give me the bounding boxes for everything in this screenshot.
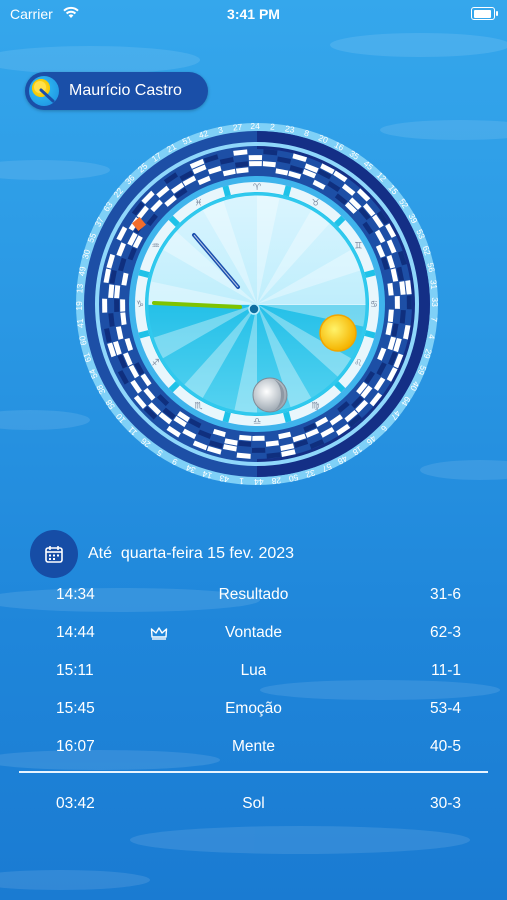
- gate-number: 19: [74, 301, 84, 311]
- gate-block: [248, 155, 263, 161]
- zodiac-glyph: ♋: [370, 300, 378, 310]
- battery-icon: [471, 7, 498, 20]
- user-profile-button[interactable]: Maurício Castro: [25, 72, 208, 110]
- status-time: 3:41 PM: [227, 6, 280, 22]
- transit-row[interactable]: 14:34 Resultado 31-6: [0, 580, 507, 610]
- sun-icon: [319, 314, 357, 352]
- gate-block: [114, 299, 120, 313]
- calendar-icon: [45, 546, 63, 563]
- calendar-button[interactable]: [30, 530, 78, 578]
- zodiac-glyph: ♑: [136, 300, 144, 310]
- avatar-icon: [29, 76, 59, 106]
- transit-row[interactable]: 16:07 Mente 40-5: [0, 732, 507, 762]
- divider: [19, 771, 488, 773]
- sun-row[interactable]: 03:42 Sol 30-3: [0, 789, 507, 819]
- gate-number: 27: [232, 122, 243, 133]
- transit-row[interactable]: 14:44 Vontade 62-3: [0, 618, 507, 648]
- zodiac-glyph: ♐: [152, 359, 160, 369]
- gate-number: 56: [425, 262, 437, 274]
- gate-number: 50: [288, 472, 300, 484]
- gate-block: [102, 298, 108, 313]
- wheel-center: [248, 303, 260, 315]
- gate-block: [252, 435, 265, 441]
- gate-block: [394, 295, 400, 309]
- gate-number: 60: [77, 335, 89, 347]
- zodiac-glyph: ♏: [194, 401, 202, 411]
- gate-block: [406, 295, 412, 310]
- date-selector[interactable]: Até quarta-feira 15 fev. 2023: [30, 530, 500, 578]
- gate-number: 44: [254, 477, 264, 487]
- status-bar: Carrier 3:41 PM: [0, 0, 507, 30]
- zodiac-glyph: ♒: [152, 242, 160, 252]
- date-label: Até quarta-feira 15 fev. 2023: [88, 545, 295, 562]
- zodiac-glyph: ♊: [354, 242, 362, 252]
- gate-number: 24: [250, 121, 260, 131]
- user-name: Maurício Castro: [69, 82, 182, 99]
- zodiac-glyph: ♈: [253, 183, 262, 193]
- rave-mandala-wheel[interactable]: ♈♉♊♋♌♍♎♏♐♑♒♓ 2 23 8 20163545121552395362563…: [68, 115, 446, 493]
- transit-row[interactable]: 15:45 Emoção 53-4: [0, 694, 507, 724]
- transit-row[interactable]: 15:11 Lua 11-1: [0, 656, 507, 686]
- gate-number: 13: [74, 283, 85, 294]
- gate-number: 31: [428, 279, 439, 290]
- gate-block: [248, 161, 262, 167]
- zodiac-glyph: ♎: [253, 417, 261, 427]
- zodiac-glyph: ♌: [354, 359, 362, 369]
- gate-number: 28: [271, 475, 282, 486]
- zodiac-glyph: ♍: [311, 401, 319, 411]
- gate-block: [251, 447, 266, 453]
- gate-number: 41: [75, 318, 86, 329]
- gate-number: 33: [430, 297, 440, 307]
- gate-block: [120, 299, 126, 312]
